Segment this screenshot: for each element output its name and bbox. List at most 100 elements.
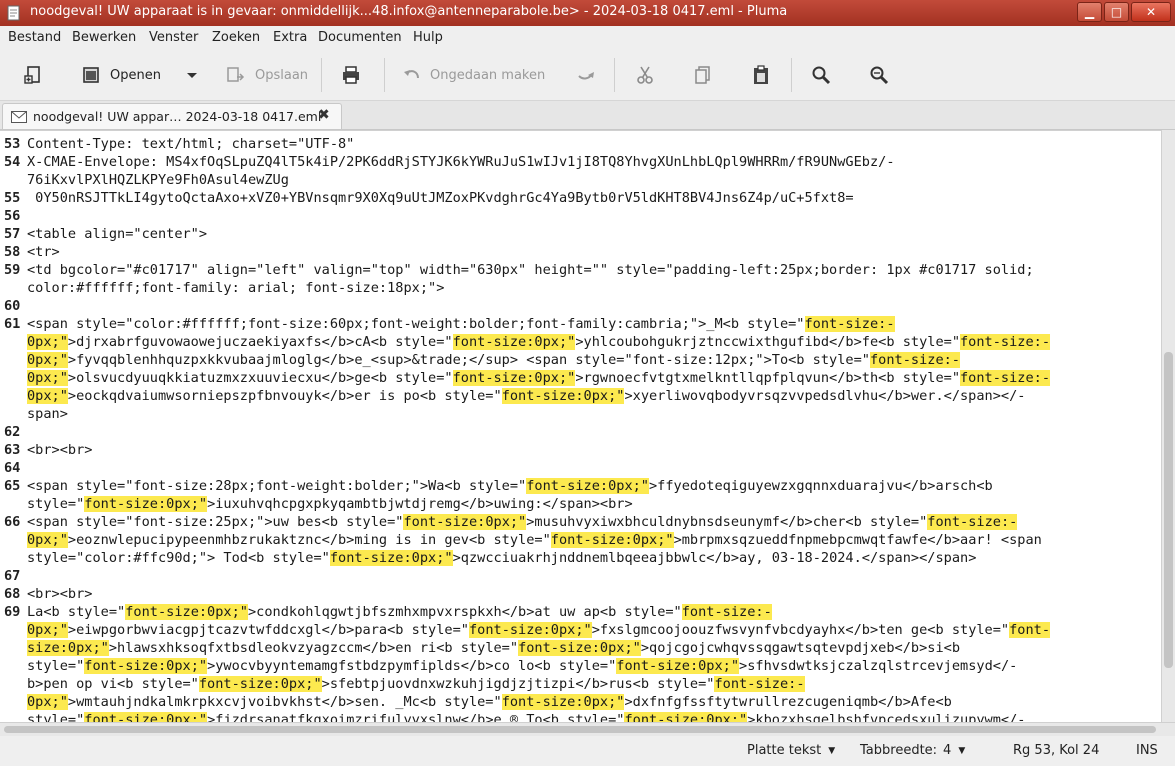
horizontal-scrollbar[interactable] [0,722,1175,736]
editor-line[interactable]: 54 X-CMAE-Envelope: MS4xfOqSLpuZQ4lT5k4iP… [0,153,1161,171]
line-content: <td bgcolor="#c01717" align="left" valig… [27,262,1034,278]
line-content: <span style="font-size:25px;">uw bes<b s… [27,514,1018,530]
menu-bestand[interactable]: Bestand [8,30,61,45]
editor-line[interactable]: 0px;">eoznwlepucipypeenmhbzrukaktznc</b>… [0,531,1161,549]
editor-line[interactable]: 57 <table align="center"> [0,225,1161,243]
clipboard-icon [754,65,768,84]
new-document-button[interactable] [22,59,44,91]
line-number: 54 [4,154,21,170]
search-highlight: font-size:- [960,334,1051,350]
editor-line[interactable]: size:0px;">hlawsxhksoqfxtbsdleokvzyagzcc… [0,639,1161,657]
search-highlight: font-size:- [869,352,960,368]
line-content: <span style="font-size:28px;font-weight:… [27,478,993,494]
editor-line[interactable]: 64 [0,459,1161,477]
open-button[interactable]: Openen [80,59,161,91]
line-number: 67 [4,568,21,584]
editor-line[interactable]: 67 [0,567,1161,585]
editor-line[interactable]: 76iKxvlPXlHQZLKPYe9Fh0Asul4ewZUg [0,171,1161,189]
minimize-button[interactable]: ▁ [1077,2,1102,22]
editor-line[interactable]: style="color:#ffc90d;"> Tod<b style="fon… [0,549,1161,567]
paste-button[interactable] [750,59,772,91]
cut-button[interactable] [634,59,656,91]
editor-line[interactable]: 66 <span style="font-size:25px;">uw bes<b… [0,513,1161,531]
save-button[interactable]: Opslaan [225,59,308,91]
text-editor[interactable]: 53 Content-Type: text/html; charset="UTF-… [0,130,1161,723]
line-content: <br><br> [27,442,93,458]
line-content: <table align="center"> [27,226,208,242]
line-content: 0Y50nRSJTTkLI4gytoQctaAxo+xVZ0+YBVnsqmr9… [27,190,854,206]
search-icon [812,66,831,85]
line-number: 65 [4,478,21,494]
undo-label: Ongedaan maken [430,67,546,83]
menu-hulp[interactable]: Hulp [413,30,443,45]
document-tab[interactable]: noodgeval! UW appar… 2024-03-18 0417.eml… [2,103,342,129]
line-content: 0px;">djrxabrfguvowaowejuczaekiyaxfs</b>… [27,334,1051,350]
editor-line[interactable]: 60 [0,297,1161,315]
editor-line[interactable]: 62 [0,423,1161,441]
editor-line[interactable]: 59 <td bgcolor="#c01717" align="left" val… [0,261,1161,279]
editor-line[interactable]: 69 La<b style="font-size:0px;">condkohlqg… [0,603,1161,621]
editor-line[interactable]: style="font-size:0px;">ywocvbyyntemamgfs… [0,657,1161,675]
editor-line[interactable]: style="font-size:0px;">iuxuhvqhcpgxpkyqa… [0,495,1161,513]
menu-bewerken[interactable]: Bewerken [72,30,136,45]
chevron-down-icon [187,73,197,78]
open-recent-dropdown[interactable] [185,59,199,91]
search-highlight: font-size:- [960,370,1051,386]
vertical-scrollbar[interactable] [1161,130,1175,722]
tab-label: noodgeval! UW appar… 2024-03-18 0417.eml [33,109,322,124]
find-replace-button[interactable] [868,59,890,91]
find-replace-icon [870,66,889,85]
line-number: 60 [4,298,21,314]
maximize-button[interactable]: □ [1104,2,1129,22]
editor-line[interactable]: 53 Content-Type: text/html; charset="UTF-… [0,135,1161,153]
search-highlight: font-size:0px;" [198,676,322,692]
editor-line[interactable]: 0px;">wmtauhjndkalmkrpkxcvjvoibvkhst</b>… [0,693,1161,711]
editor-line[interactable]: 0px;">eiwpgorbwviacgpjtcazvtwfddcxgl</b>… [0,621,1161,639]
editor-line[interactable]: 65 <span style="font-size:28px;font-weigh… [0,477,1161,495]
undo-button[interactable]: Ongedaan maken [402,59,545,91]
search-highlight: 0px;" [27,334,68,350]
close-window-button[interactable]: ✕ [1131,2,1171,22]
vertical-scroll-thumb[interactable] [1164,352,1173,668]
editor-line[interactable]: 0px;">fyvqqblenhhquzpxkkvubaajmloglg</b>… [0,351,1161,369]
copy-button[interactable] [692,59,714,91]
new-document-icon [24,66,40,84]
insert-mode: INS [1136,743,1158,758]
line-number: 68 [4,586,21,602]
menu-venster[interactable]: Venster [149,30,198,45]
editor-line[interactable]: 61 <span style="color:#ffffff;font-size:6… [0,315,1161,333]
search-highlight: font-size:- [804,316,895,332]
tab-width-label: Tabbreedte: [860,743,938,758]
editor-line[interactable]: 56 [0,207,1161,225]
menu-zoeken[interactable]: Zoeken [212,30,260,45]
editor-line[interactable]: b>pen op vi<b style="font-size:0px;">sfe… [0,675,1161,693]
line-content: 0px;">fyvqqblenhhquzpxkkvubaajmloglg</b>… [27,352,960,368]
menu-extra[interactable]: Extra [273,30,307,45]
editor-line[interactable]: 58 <tr> [0,243,1161,261]
horizontal-scroll-thumb[interactable] [4,726,1156,733]
language-selector[interactable]: Platte tekst ▼ [747,743,835,758]
line-content: 0px;">wmtauhjndkalmkrpkxcvjvoibvkhst</b>… [27,694,952,710]
editor-line[interactable]: color:#ffffff;font-family: arial; font-s… [0,279,1161,297]
editor-line[interactable]: 55 0Y50nRSJTTkLI4gytoQctaAxo+xVZ0+YBVnsq… [0,189,1161,207]
editor-line[interactable]: span> [0,405,1161,423]
find-button[interactable] [810,59,832,91]
print-button[interactable] [340,59,362,91]
language-label: Platte tekst [747,743,822,758]
editor-line[interactable]: 0px;">eockqdvaiumwsorniepszpfbnvouyk</b>… [0,387,1161,405]
save-icon [227,67,245,82]
editor-line[interactable]: 0px;">olsvucdyuuqkkiatuzmxzxuuviecxu</b>… [0,369,1161,387]
editor-line[interactable]: 0px;">djrxabrfguvowaowejuczaekiyaxfs</b>… [0,333,1161,351]
editor-line[interactable]: 63 <br><br> [0,441,1161,459]
open-label: Openen [110,67,161,83]
menu-documenten[interactable]: Documenten [318,30,402,45]
line-content: b>pen op vi<b style="font-size:0px;">sfe… [27,676,805,692]
tab-width-selector[interactable]: Tabbreedte: 4 ▼ [860,743,965,758]
line-content: La<b style="font-size:0px;">condkohlqgwt… [27,604,772,620]
editor-line[interactable]: 68 <br><br> [0,585,1161,603]
search-highlight: font-size:0px;" [518,640,641,656]
line-content: 0px;">olsvucdyuuqkkiatuzmxzxuuviecxu</b>… [27,370,1051,386]
tab-close-icon[interactable]: ✖ [318,107,330,123]
toolbar-separator [321,58,322,92]
redo-button[interactable] [575,59,597,91]
